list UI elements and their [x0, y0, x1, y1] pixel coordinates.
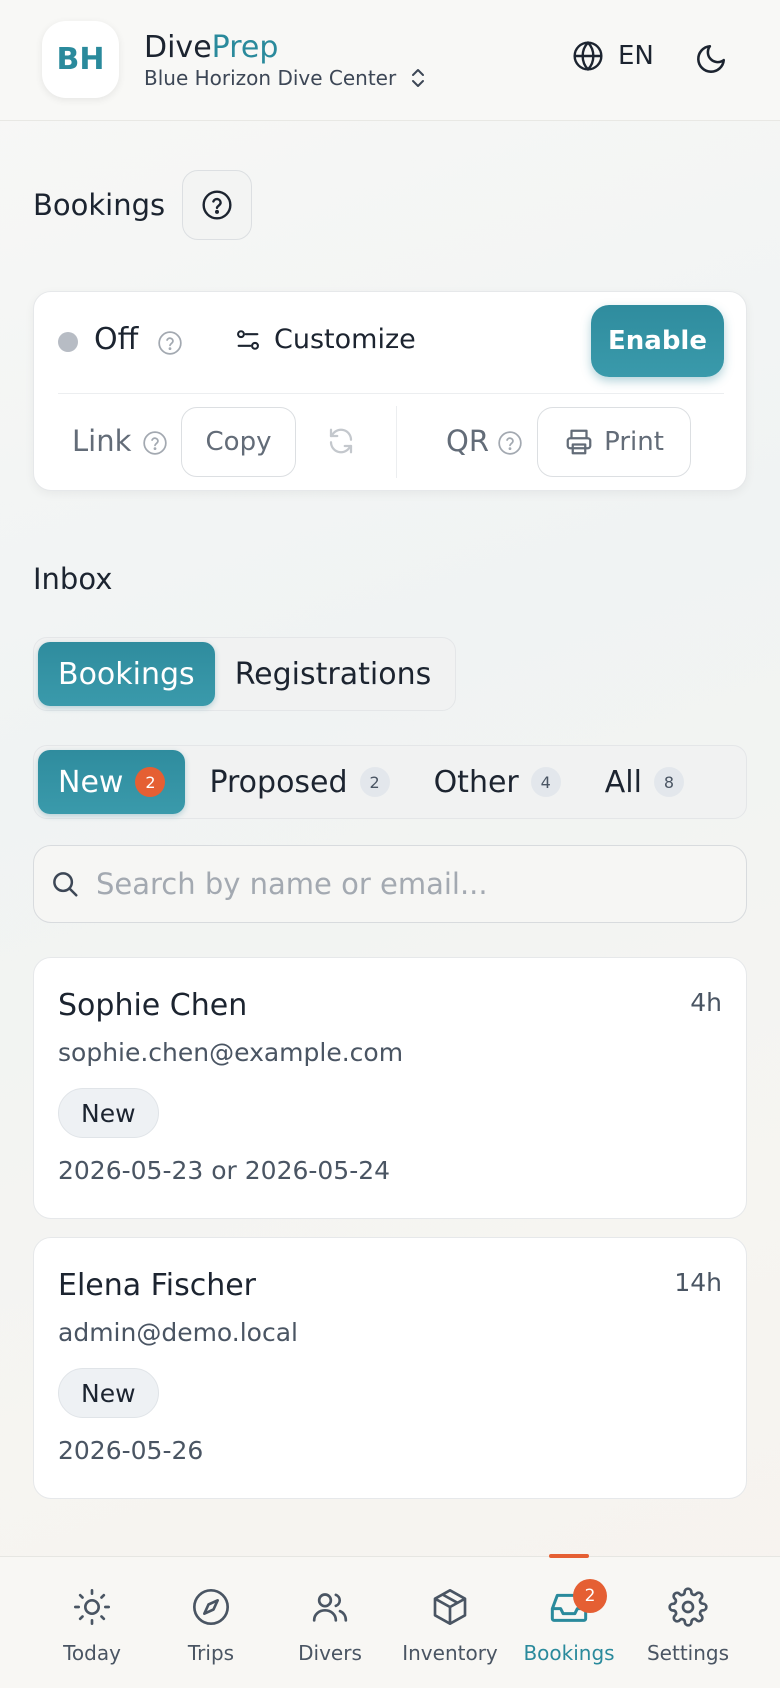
- nav-item-inventory[interactable]: Inventory: [390, 1557, 510, 1688]
- filter-other-count: 4: [530, 767, 561, 797]
- chevron-updown-icon: [412, 69, 425, 87]
- search-input[interactable]: [96, 867, 696, 901]
- booking-email: sophie.chen@example.com: [58, 1038, 404, 1067]
- filter-other-label: Other: [433, 764, 519, 800]
- status-filters: New 2 Proposed 2 Other 4 All 8: [33, 745, 747, 819]
- center-logo[interactable]: BH: [42, 21, 119, 98]
- nav-label: Inventory: [402, 1641, 498, 1665]
- filter-new-count: 2: [135, 767, 166, 797]
- booking-card[interactable]: Sophie Chen 4h sophie.chen@example.com N…: [33, 957, 747, 1219]
- booking-time: 14h: [674, 1268, 722, 1297]
- page-title-row: Bookings: [33, 170, 253, 240]
- customize-label: Customize: [274, 324, 416, 355]
- status-help-icon[interactable]: [157, 330, 183, 356]
- status-dot: [58, 332, 78, 352]
- refresh-icon[interactable]: [326, 426, 356, 456]
- nav-label: Bookings: [523, 1641, 615, 1665]
- question-circle-icon: [202, 190, 232, 220]
- status-badge: New: [58, 1368, 159, 1418]
- box-icon: [433, 1589, 467, 1625]
- filter-all-label: All: [604, 764, 642, 800]
- active-tab-indicator: [549, 1554, 589, 1558]
- booking-name: Sophie Chen: [58, 988, 248, 1023]
- language-switcher[interactable]: EN: [572, 40, 654, 72]
- theme-toggle[interactable]: [694, 42, 728, 80]
- filter-all[interactable]: All 8: [585, 750, 704, 814]
- qr-label: QR: [446, 424, 489, 458]
- compass-icon: [193, 1589, 229, 1625]
- nav-item-bookings[interactable]: 2 Bookings: [509, 1554, 629, 1688]
- booking-dates: 2026-05-23 or 2026-05-24: [58, 1156, 391, 1185]
- gear-icon: [668, 1587, 708, 1627]
- tab-registrations[interactable]: Registrations: [215, 642, 452, 706]
- filter-proposed-label: Proposed: [209, 764, 348, 800]
- customize-button[interactable]: Customize: [234, 324, 416, 355]
- qr-help-icon[interactable]: [497, 430, 523, 456]
- moon-icon: [697, 44, 726, 73]
- filter-other[interactable]: Other 4: [414, 750, 581, 814]
- center-switcher[interactable]: Blue Horizon Dive Center: [144, 66, 426, 90]
- app-name: DivePrep: [144, 30, 278, 65]
- tab-bookings[interactable]: Bookings: [38, 642, 215, 706]
- status-badge: New: [58, 1088, 159, 1138]
- filter-all-count: 8: [653, 767, 684, 797]
- print-label: Print: [604, 427, 664, 457]
- booking-time: 4h: [690, 988, 722, 1017]
- nav-label: Trips: [187, 1641, 235, 1665]
- app-name-part1: Dive: [144, 30, 212, 65]
- help-button[interactable]: [182, 170, 253, 240]
- sliders-icon: [237, 329, 259, 350]
- nav-item-divers[interactable]: Divers: [270, 1557, 390, 1688]
- users-icon: [312, 1593, 348, 1622]
- card-divider: [58, 393, 724, 394]
- nav-item-today[interactable]: Today: [32, 1557, 152, 1688]
- nav-label: Settings: [646, 1641, 730, 1665]
- link-label: Link: [72, 424, 132, 458]
- booking-name: Elena Fischer: [58, 1268, 257, 1303]
- print-qr-button[interactable]: Print: [537, 407, 691, 477]
- search-box: [33, 845, 747, 923]
- page-title: Bookings: [33, 188, 166, 222]
- inbox-tabs: Bookings Registrations: [33, 637, 457, 711]
- copy-link-button[interactable]: Copy: [181, 407, 296, 477]
- globe-icon: [573, 40, 603, 72]
- sun-icon: [74, 1589, 110, 1625]
- inbox-title: Inbox: [33, 562, 113, 596]
- app-name-part2: Prep: [211, 30, 279, 65]
- link-help-icon[interactable]: [142, 430, 168, 456]
- status-label: Off: [94, 322, 139, 357]
- nav-label: Divers: [298, 1641, 362, 1665]
- nav-label: Today: [63, 1641, 121, 1665]
- center-name: Blue Horizon Dive Center: [144, 66, 397, 90]
- search-icon: [53, 872, 78, 897]
- filter-proposed-count: 2: [359, 767, 390, 797]
- bottom-nav: Today Trips Divers Inventory 2 Bookings …: [0, 1554, 780, 1688]
- nav-badge: 2: [573, 1579, 607, 1613]
- booking-dates: 2026-05-26: [58, 1436, 204, 1465]
- booking-email: admin@demo.local: [58, 1318, 298, 1347]
- printer-icon: [566, 429, 592, 455]
- nav-item-trips[interactable]: Trips: [151, 1557, 271, 1688]
- filter-new-label: New: [58, 764, 124, 800]
- booking-card[interactable]: Elena Fischer 14h admin@demo.local New 2…: [33, 1237, 747, 1499]
- card-vertical-divider: [396, 406, 397, 478]
- filter-proposed[interactable]: Proposed 2: [189, 750, 409, 814]
- nav-item-settings[interactable]: Settings: [628, 1557, 748, 1688]
- enable-button[interactable]: Enable: [591, 305, 724, 377]
- language-label: EN: [618, 41, 654, 71]
- booking-page-card: Off Customize Enable Link Copy QR Print: [33, 291, 747, 491]
- app-header: BH DivePrep Blue Horizon Dive Center EN: [0, 0, 780, 121]
- filter-new[interactable]: New 2: [38, 750, 186, 814]
